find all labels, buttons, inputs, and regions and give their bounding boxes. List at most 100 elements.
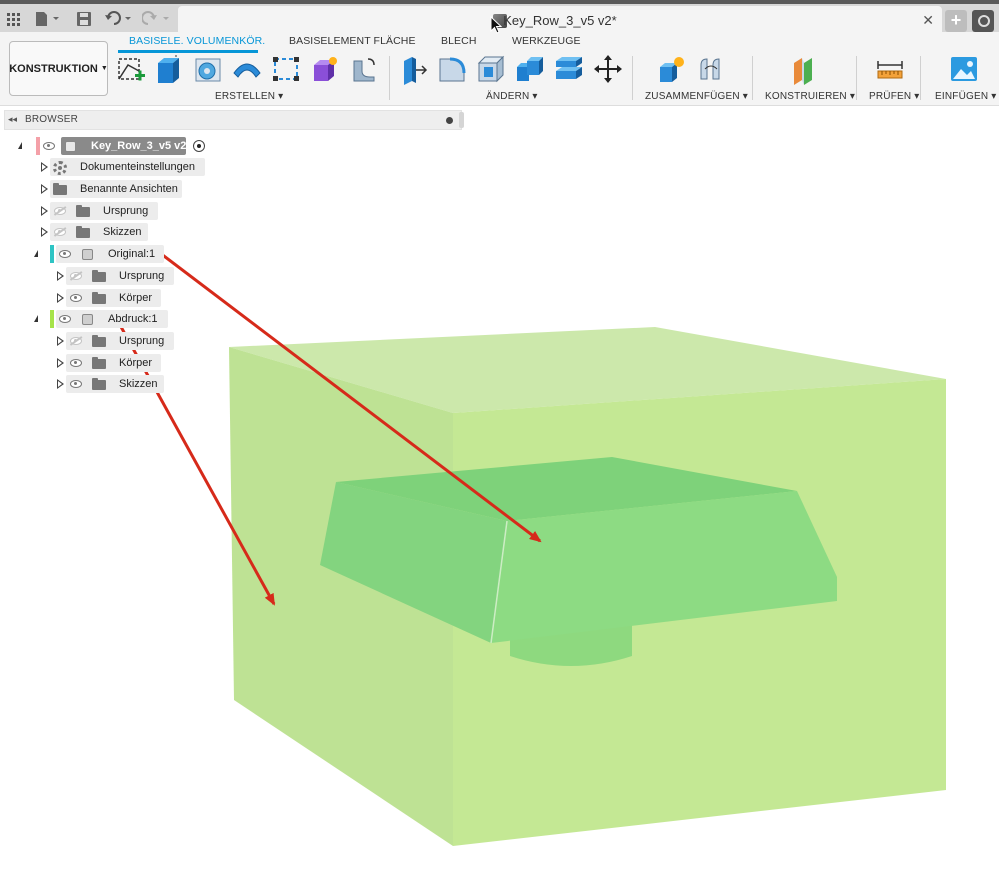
expand-toggle[interactable] (41, 206, 49, 216)
file-icon[interactable] (34, 9, 62, 29)
expand-toggle[interactable] (57, 271, 65, 281)
root-node[interactable]: Key_Row_3_v5 v2 (61, 137, 186, 155)
new-component-icon[interactable] (657, 55, 685, 83)
node[interactable]: Körper (66, 354, 161, 372)
construct-label-text: KONSTRUIEREN (765, 91, 847, 102)
tab-solid[interactable]: BASISELE. VOLUMENKÖR. (129, 35, 265, 47)
browser-item-sketches[interactable]: Skizzen (30, 223, 210, 241)
insert-image-icon[interactable] (950, 55, 978, 83)
browser-header[interactable]: ◂◂ BROWSER (4, 110, 462, 130)
expand-toggle[interactable] (57, 336, 65, 346)
tab-tools[interactable]: WERKZEUGE (512, 35, 581, 47)
offset-plane-icon[interactable] (791, 55, 819, 85)
joint-icon[interactable] (697, 55, 725, 83)
undo-icon[interactable] (104, 9, 134, 29)
measure-icon[interactable] (876, 55, 904, 83)
visibility-icon[interactable] (43, 142, 55, 150)
sweep-icon[interactable] (232, 55, 261, 83)
workspace-label: KONSTRUKTION (9, 62, 98, 75)
visibility-icon[interactable] (70, 294, 82, 302)
browser-item-abdruck-sketches[interactable]: Skizzen (46, 375, 226, 393)
shell-icon[interactable] (477, 55, 505, 83)
folder-icon (92, 357, 106, 369)
item-label: Benannte Ansichten (80, 183, 178, 195)
divider (920, 56, 921, 100)
redo-icon[interactable] (142, 9, 172, 29)
expand-toggle[interactable] (34, 250, 38, 257)
hidden-visibility-icon[interactable] (54, 228, 66, 236)
folder-icon (92, 378, 106, 390)
active-radio-icon[interactable] (193, 140, 205, 152)
node[interactable]: Abdruck:1 (56, 310, 168, 328)
item-label: Dokumenteinstellungen (80, 161, 195, 173)
insert-group-label[interactable]: EINFÜGEN ▾ (935, 91, 996, 102)
browser-item-named-views[interactable]: Benannte Ansichten (30, 180, 210, 198)
hole-icon[interactable] (350, 55, 378, 83)
node[interactable]: Ursprung (50, 202, 158, 220)
divider (632, 56, 633, 100)
move-icon[interactable] (594, 55, 622, 83)
tab-surface[interactable]: BASISELEMENT FLÄCHE (289, 35, 416, 47)
expand-toggle[interactable] (41, 184, 49, 194)
browser-item-original-origin[interactable]: Ursprung (46, 267, 226, 285)
box-primitive-icon[interactable] (311, 55, 339, 83)
expand-toggle[interactable] (34, 315, 38, 322)
scrollbar[interactable] (459, 112, 464, 128)
browser-component-abdruck[interactable]: Abdruck:1 (30, 310, 210, 328)
expand-toggle[interactable] (41, 162, 49, 172)
expand-toggle[interactable] (41, 227, 49, 237)
node[interactable]: Dokumenteinstellungen (50, 158, 205, 176)
hidden-visibility-icon[interactable] (70, 272, 82, 280)
browser-item-abdruck-bodies[interactable]: Körper (46, 354, 226, 372)
browser-item-document-settings[interactable]: Dokumenteinstellungen (30, 158, 210, 176)
help-icon[interactable] (972, 10, 994, 32)
fillet-icon[interactable] (438, 55, 466, 83)
node[interactable]: Skizzen (50, 223, 148, 241)
press-pull-icon[interactable] (400, 55, 428, 85)
plus-icon[interactable]: + (945, 10, 967, 32)
expand-toggle[interactable] (57, 358, 65, 368)
construct-group-label[interactable]: KONSTRUIEREN ▾ (765, 91, 855, 102)
assemble-group-label[interactable]: ZUSAMMENFÜGEN ▾ (645, 91, 748, 102)
save-icon[interactable] (76, 9, 92, 29)
expand-toggle[interactable] (18, 142, 22, 149)
revolve-icon[interactable] (194, 55, 222, 83)
browser-item-abdruck-origin[interactable]: Ursprung (46, 332, 226, 350)
grid-icon[interactable] (6, 9, 20, 29)
browser-component-original[interactable]: Original:1 (30, 245, 210, 263)
modify-group-label[interactable]: ÄNDERN ▾ (486, 91, 538, 102)
close-icon[interactable]: ✕ (922, 12, 934, 29)
hidden-visibility-icon[interactable] (54, 207, 66, 215)
loft-icon[interactable] (272, 55, 300, 83)
create-label-text: ERSTELLEN (215, 91, 276, 102)
inspect-group-label[interactable]: PRÜFEN ▾ (869, 91, 920, 102)
extrude-icon[interactable] (155, 52, 183, 83)
create-group-label[interactable]: ERSTELLEN ▾ (215, 91, 283, 102)
tab-sheet-metal[interactable]: BLECH (441, 35, 477, 47)
visibility-icon[interactable] (59, 250, 71, 258)
offset-face-icon[interactable] (554, 55, 582, 83)
toolbar-ribbon: KONSTRUKTION ▼ BASISELE. VOLUMENKÖR. BAS… (0, 32, 999, 106)
browser-item-original-bodies[interactable]: Körper (46, 289, 226, 307)
node[interactable]: Ursprung (66, 267, 174, 285)
node[interactable]: Skizzen (66, 375, 164, 393)
item-label: Skizzen (103, 226, 142, 238)
combine-icon[interactable] (515, 55, 543, 83)
workspace-dropdown[interactable]: KONSTRUKTION ▼ (9, 41, 108, 96)
hidden-visibility-icon[interactable] (70, 337, 82, 345)
browser-item-origin[interactable]: Ursprung (30, 202, 210, 220)
create-sketch-icon[interactable] (116, 55, 145, 83)
node[interactable]: Benannte Ansichten (50, 180, 182, 198)
node[interactable]: Ursprung (66, 332, 174, 350)
visibility-icon[interactable] (70, 359, 82, 367)
node[interactable]: Original:1 (56, 245, 164, 263)
visibility-icon[interactable] (59, 315, 71, 323)
item-label: Ursprung (103, 205, 149, 217)
browser-root[interactable]: Key_Row_3_v5 v2 (16, 137, 216, 155)
expand-toggle[interactable] (57, 293, 65, 303)
visibility-icon[interactable] (70, 380, 82, 388)
node[interactable]: Körper (66, 289, 161, 307)
expand-toggle[interactable] (57, 379, 65, 389)
collapse-icon[interactable]: ◂◂ (8, 114, 17, 125)
pin-icon[interactable] (446, 117, 453, 124)
